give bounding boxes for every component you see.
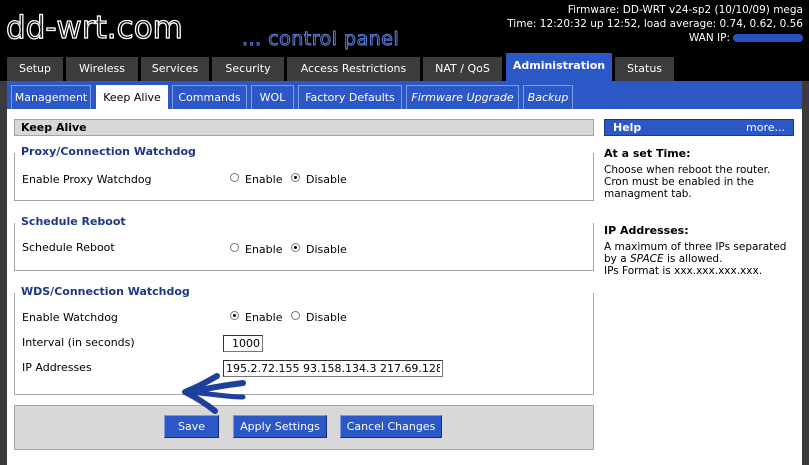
schedule-reboot-section: Schedule Reboot Schedule Reboot Enable D… bbox=[14, 215, 594, 271]
tab-security[interactable]: Security bbox=[212, 57, 284, 81]
proxy-disable-radio[interactable]: Disable bbox=[291, 170, 347, 190]
help-text-ip-addresses: A maximum of three IPs separated by a SP… bbox=[604, 241, 787, 277]
help-heading-ip-addresses: IP Addresses: bbox=[604, 224, 689, 237]
wan-ip-redaction bbox=[733, 34, 803, 42]
hand-drawn-arrow-icon bbox=[182, 373, 246, 414]
help-panel: Help more... At a set Time: Choose when … bbox=[604, 119, 794, 277]
radio-icon bbox=[230, 243, 239, 252]
help-more-link[interactable]: more... bbox=[746, 120, 785, 136]
wds-disable-radio[interactable]: Disable bbox=[291, 308, 347, 328]
wds-watchdog-legend: WDS/Connection Watchdog bbox=[21, 285, 593, 301]
tab-services[interactable]: Services bbox=[141, 57, 209, 81]
radio-checked-icon bbox=[291, 173, 300, 182]
router-status: Firmware: DD-WRT v24-sp2 (10/10/09) mega… bbox=[507, 3, 803, 45]
help-text-set-time: Choose when reboot the router. Cron must… bbox=[604, 164, 771, 200]
subtab-commands[interactable]: Commands bbox=[172, 85, 247, 109]
tab-status[interactable]: Status bbox=[615, 57, 674, 81]
tab-nat-qos[interactable]: NAT / QoS bbox=[423, 57, 502, 81]
content-area: Keep Alive Proxy/Connection Watchdog Ena… bbox=[7, 109, 802, 465]
ip-addresses-label: IP Addresses bbox=[22, 361, 92, 374]
ip-addresses-input[interactable] bbox=[223, 360, 443, 377]
schedule-reboot-legend: Schedule Reboot bbox=[21, 215, 593, 231]
wds-enable-radio[interactable]: Enable bbox=[230, 308, 282, 328]
subtab-firmware-upgrade[interactable]: Firmware Upgrade bbox=[406, 85, 519, 109]
radio-checked-icon bbox=[230, 311, 239, 320]
main-panel: Keep Alive Proxy/Connection Watchdog Ena… bbox=[14, 119, 594, 395]
wds-watchdog-section: WDS/Connection Watchdog Enable Watchdog … bbox=[14, 285, 594, 395]
radio-icon bbox=[230, 173, 239, 182]
sub-tabs: Management Keep Alive Commands WOL Facto… bbox=[7, 81, 802, 109]
main-tabs: Setup Wireless Services Security Access … bbox=[0, 53, 809, 81]
uptime-text: Time: 12:20:32 up 12:52, load average: 0… bbox=[507, 18, 803, 30]
tab-access-restrictions[interactable]: Access Restrictions bbox=[287, 57, 420, 81]
tab-administration[interactable]: Administration bbox=[506, 53, 612, 81]
schedule-enable-radio[interactable]: Enable bbox=[230, 240, 282, 260]
help-title: Help more... bbox=[604, 119, 794, 136]
cancel-changes-button[interactable]: Cancel Changes bbox=[340, 415, 442, 438]
control-panel-title: ... control panel bbox=[241, 28, 400, 51]
firmware-text: Firmware: DD-WRT v24-sp2 (10/10/09) mega bbox=[567, 4, 803, 16]
schedule-reboot-label: Schedule Reboot bbox=[22, 241, 115, 254]
subtab-factory-defaults[interactable]: Factory Defaults bbox=[298, 85, 402, 109]
proxy-watchdog-section: Proxy/Connection Watchdog Enable Proxy W… bbox=[14, 145, 594, 201]
wan-ip-label: WAN IP: bbox=[688, 32, 730, 44]
help-title-text: Help bbox=[613, 121, 642, 134]
enable-proxy-watchdog-label: Enable Proxy Watchdog bbox=[22, 173, 152, 186]
schedule-disable-radio[interactable]: Disable bbox=[291, 240, 347, 260]
button-bar: Save Apply Settings Cancel Changes bbox=[14, 405, 594, 450]
subtab-keep-alive[interactable]: Keep Alive bbox=[96, 85, 168, 109]
proxy-watchdog-legend: Proxy/Connection Watchdog bbox=[21, 145, 593, 161]
help-heading-set-time: At a set Time: bbox=[604, 147, 691, 160]
subtab-wol[interactable]: WOL bbox=[251, 85, 294, 109]
radio-icon bbox=[291, 311, 300, 320]
tab-setup[interactable]: Setup bbox=[7, 57, 63, 81]
subtab-management[interactable]: Management bbox=[11, 85, 91, 109]
proxy-enable-radio[interactable]: Enable bbox=[230, 170, 282, 190]
wan-ip: WAN IP: bbox=[507, 31, 803, 45]
radio-checked-icon bbox=[291, 243, 300, 252]
apply-settings-button[interactable]: Apply Settings bbox=[233, 415, 327, 438]
subtab-backup[interactable]: Backup bbox=[523, 85, 573, 109]
enable-watchdog-label: Enable Watchdog bbox=[22, 311, 118, 324]
tab-wireless[interactable]: Wireless bbox=[66, 57, 138, 81]
page-title: Keep Alive bbox=[14, 119, 594, 136]
header: dd-wrt.com ... control panel Firmware: D… bbox=[0, 0, 809, 53]
ddwrt-logo: dd-wrt.com bbox=[5, 9, 183, 46]
interval-input[interactable] bbox=[223, 335, 263, 352]
interval-label: Interval (in seconds) bbox=[22, 336, 135, 349]
